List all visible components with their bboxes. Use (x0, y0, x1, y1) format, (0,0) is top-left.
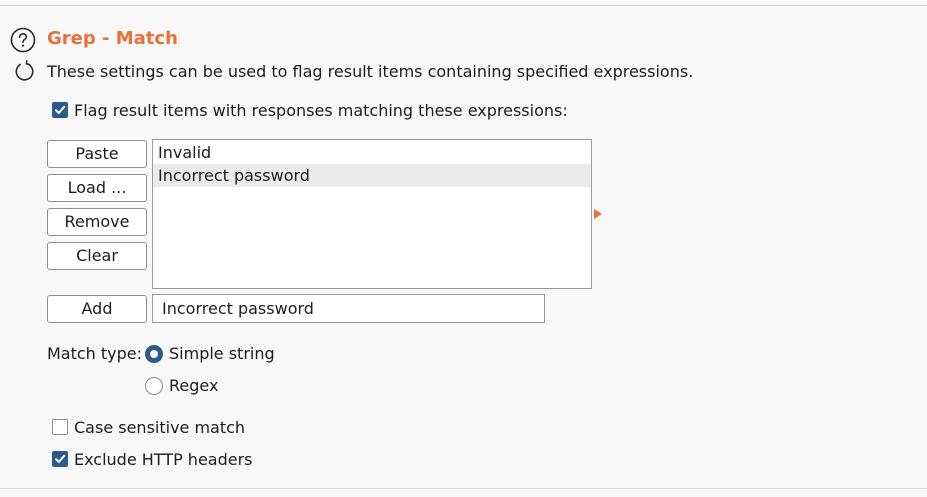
load-button[interactable]: Load ... (47, 174, 147, 202)
section-description: These settings can be used to flag resul… (47, 62, 694, 81)
flag-result-checkbox[interactable] (52, 102, 68, 118)
exclude-headers-checkbox[interactable] (52, 451, 68, 467)
list-item[interactable]: Incorrect password (153, 164, 591, 187)
flag-result-label: Flag result items with responses matchin… (74, 101, 568, 120)
radio-regex[interactable] (145, 377, 163, 395)
list-item[interactable]: Invalid (153, 141, 591, 164)
match-type-label: Match type: (47, 344, 143, 363)
remove-button[interactable]: Remove (47, 208, 147, 236)
question-circle-icon[interactable] (10, 27, 36, 53)
bottom-divider (0, 488, 927, 489)
case-sensitive-label: Case sensitive match (74, 418, 246, 437)
reset-circular-arrow-icon[interactable] (12, 60, 36, 84)
case-sensitive-checkbox[interactable] (52, 419, 68, 435)
expression-input[interactable]: Incorrect password (152, 294, 545, 323)
expressions-list[interactable]: Invalid Incorrect password (152, 139, 592, 289)
regex-label: Regex (169, 376, 219, 395)
paste-button[interactable]: Paste (47, 140, 147, 168)
clear-button[interactable]: Clear (47, 242, 147, 270)
checkmark-icon (55, 105, 66, 114)
exclude-headers-label: Exclude HTTP headers (74, 450, 253, 469)
section-title: Grep - Match (47, 28, 178, 49)
checkmark-icon (55, 454, 66, 463)
add-button[interactable]: Add (47, 295, 147, 323)
radio-simple-string[interactable] (145, 345, 163, 363)
expand-arrow-icon[interactable] (594, 209, 602, 219)
top-divider (0, 5, 927, 6)
simple-string-label: Simple string (169, 344, 275, 363)
